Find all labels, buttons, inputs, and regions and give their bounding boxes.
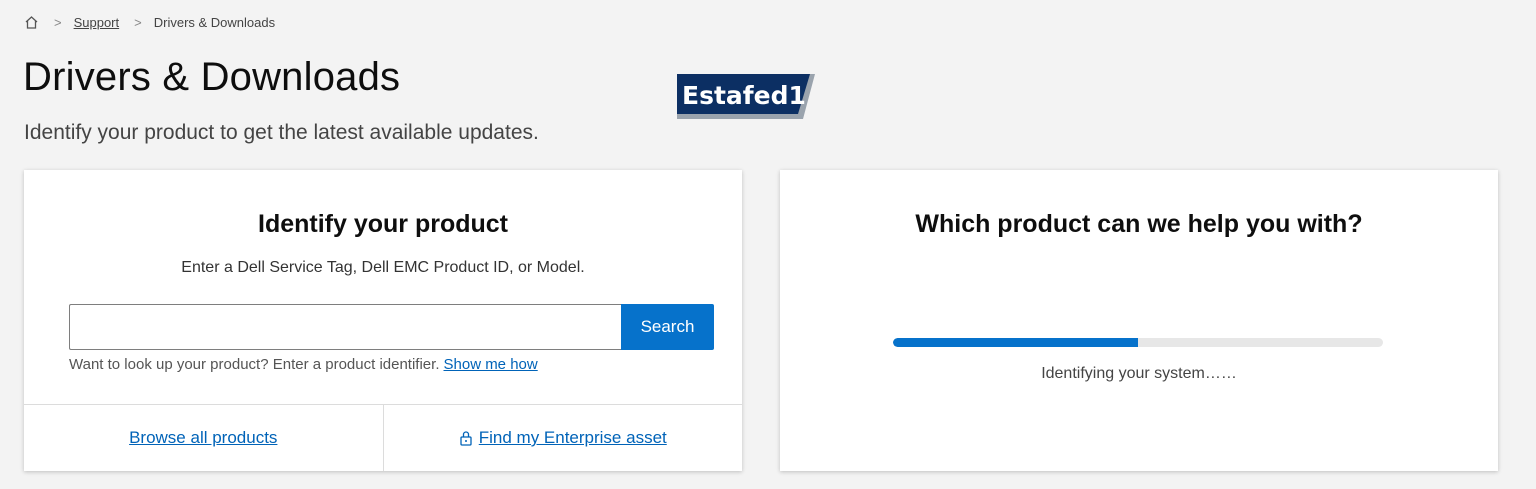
search-button[interactable]: Search [621, 304, 714, 350]
browse-all-products-link[interactable]: Browse all products [129, 428, 277, 448]
home-icon[interactable] [24, 15, 39, 30]
page-subtitle: Identify your product to get the latest … [24, 121, 539, 144]
search-bar: Search [69, 304, 714, 350]
progress-status-text: Identifying your system…… [1041, 365, 1237, 382]
progress-fill [893, 338, 1138, 347]
breadcrumb-separator: > [134, 14, 142, 30]
identify-progress-bar [893, 338, 1383, 347]
product-help-card: Which product can we help you with? Iden… [780, 170, 1498, 471]
watermark-logo: Estafed1 [677, 74, 815, 119]
find-enterprise-asset-link[interactable]: Find my Enterprise asset [479, 428, 667, 448]
breadcrumb: > Support > Drivers & Downloads [24, 13, 275, 31]
show-me-how-link[interactable]: Show me how [444, 356, 538, 373]
identify-card-description: Enter a Dell Service Tag, Dell EMC Produ… [181, 259, 585, 276]
identify-card-footer: Browse all products Find my Enterprise a… [24, 404, 742, 471]
breadcrumb-support-link[interactable]: Support [74, 15, 120, 30]
identify-card-title: Identify your product [258, 210, 508, 238]
logo-text: Estafed1 [682, 81, 806, 110]
page-title: Drivers & Downloads [23, 55, 401, 99]
help-card-title: Which product can we help you with? [915, 210, 1363, 238]
lock-icon [459, 430, 473, 446]
helper-text: Want to look up your product? Enter a pr… [69, 356, 538, 373]
breadcrumb-separator: > [54, 14, 62, 30]
product-search-input[interactable] [69, 304, 621, 350]
breadcrumb-current: Drivers & Downloads [153, 14, 276, 30]
identify-product-card: Identify your product Enter a Dell Servi… [24, 170, 742, 471]
browse-cell: Browse all products [24, 405, 383, 471]
helper-text-label: Want to look up your product? Enter a pr… [69, 356, 440, 373]
enterprise-cell: Find my Enterprise asset [382, 405, 743, 471]
